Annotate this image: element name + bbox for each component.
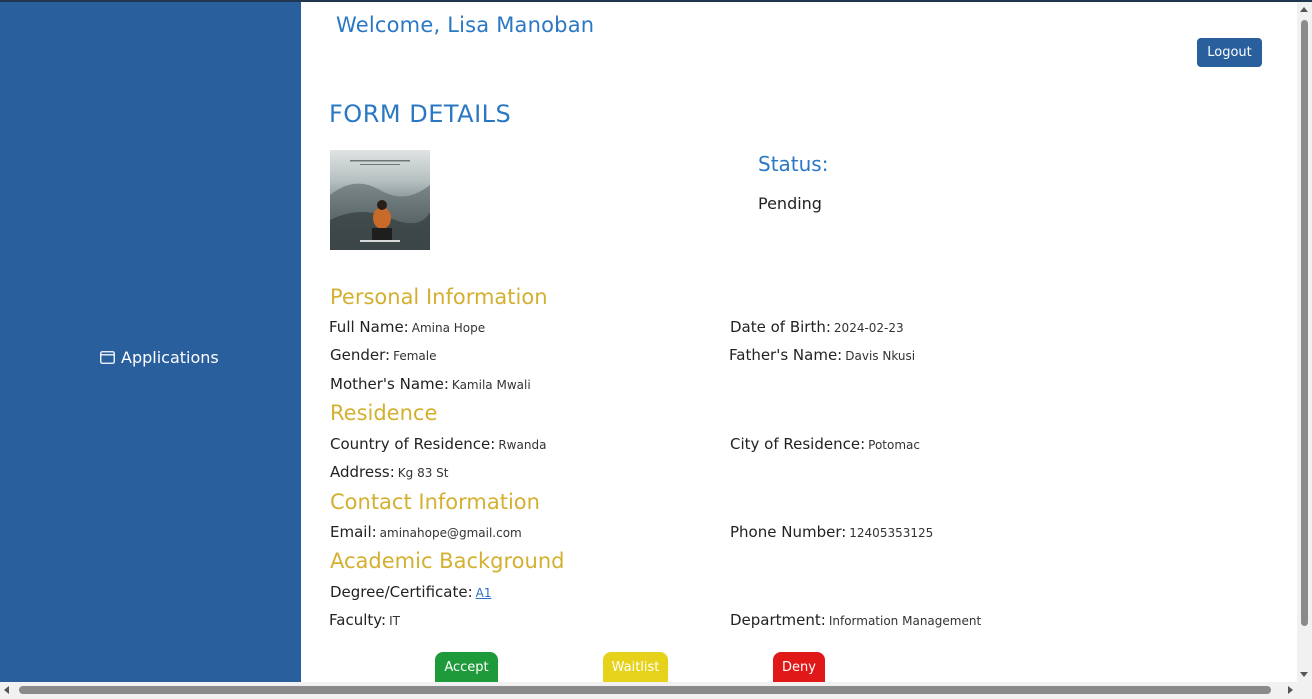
field-value: 12405353125 — [849, 526, 934, 540]
status-label: Status: — [758, 152, 829, 176]
waitlist-button[interactable]: Waitlist — [603, 652, 668, 685]
field-value: aminahope@gmail.com — [379, 526, 522, 540]
field-gender: Gender: Female — [330, 346, 436, 364]
field-label: Phone Number: — [730, 523, 847, 541]
sidebar: Applications — [0, 2, 301, 682]
field-value: Kg 83 St — [397, 466, 449, 480]
field-fathers-name: Father's Name: Davis Nkusi — [729, 346, 915, 364]
sidebar-item-label: Applications — [121, 348, 219, 367]
field-city-of-residence: City of Residence: Potomac — [730, 435, 920, 453]
field-degree-certificate: Degree/Certificate: A1 — [330, 583, 491, 601]
section-personal-information: Personal Information — [330, 285, 548, 309]
scroll-left-arrow-icon[interactable] — [4, 686, 9, 694]
deny-button[interactable]: Deny — [773, 652, 825, 685]
horizontal-scroll-thumb[interactable] — [19, 686, 1271, 694]
field-department: Department: Information Management — [730, 611, 981, 629]
field-value: Davis Nkusi — [845, 349, 916, 363]
welcome-heading: Welcome, Lisa Manoban — [336, 13, 595, 37]
field-full-name: Full Name: Amina Hope — [329, 318, 485, 336]
field-email: Email: aminahope@gmail.com — [330, 523, 522, 541]
field-label: City of Residence: — [730, 435, 866, 453]
field-value: Female — [393, 349, 437, 363]
field-address: Address: Kg 83 St — [330, 463, 449, 481]
vertical-scrollbar[interactable] — [1297, 2, 1312, 682]
field-value: 2024-02-23 — [833, 321, 904, 335]
main-content: Welcome, Lisa Manoban Logout FORM DETAIL… — [301, 2, 1297, 685]
field-label: Country of Residence: — [330, 435, 496, 453]
field-value: Amina Hope — [411, 321, 486, 335]
field-label: Gender: — [330, 346, 391, 364]
field-label: Mother's Name: — [330, 375, 449, 393]
vertical-scroll-thumb[interactable] — [1301, 20, 1308, 626]
scroll-right-arrow-icon[interactable] — [1288, 686, 1293, 694]
accept-button[interactable]: Accept — [435, 652, 498, 685]
field-value: Potomac — [868, 438, 920, 452]
field-date-of-birth: Date of Birth: 2024-02-23 — [730, 318, 904, 336]
field-label: Father's Name: — [729, 346, 843, 364]
section-residence: Residence — [330, 401, 438, 425]
scroll-up-arrow-icon[interactable] — [1300, 7, 1308, 12]
scroll-down-arrow-icon[interactable] — [1300, 672, 1308, 677]
field-label: Date of Birth: — [730, 318, 831, 336]
field-label: Department: — [730, 611, 826, 629]
sidebar-item-applications[interactable]: Applications — [100, 348, 219, 367]
field-label: Address: — [330, 463, 395, 481]
field-value: Kamila Mwali — [451, 378, 531, 392]
field-value: Information Management — [828, 614, 982, 628]
field-label: Faculty: — [329, 611, 387, 629]
logout-button[interactable]: Logout — [1197, 38, 1262, 67]
page-title: FORM DETAILS — [329, 100, 512, 128]
field-label: Degree/Certificate: — [330, 583, 473, 601]
horizontal-scrollbar[interactable] — [0, 682, 1312, 699]
field-label: Full Name: — [329, 318, 409, 336]
field-value: IT — [389, 614, 400, 628]
window-icon — [100, 351, 115, 364]
status-value: Pending — [758, 194, 822, 213]
section-academic-background: Academic Background — [330, 549, 565, 573]
field-faculty: Faculty: IT — [329, 611, 400, 629]
field-country-of-residence: Country of Residence: Rwanda — [330, 435, 546, 453]
field-label: Email: — [330, 523, 377, 541]
field-phone-number: Phone Number: 12405353125 — [730, 523, 933, 541]
field-mothers-name: Mother's Name: Kamila Mwali — [330, 375, 531, 393]
section-contact-information: Contact Information — [330, 490, 540, 514]
field-value: Rwanda — [498, 438, 547, 452]
applicant-photo — [330, 150, 430, 250]
degree-certificate-link[interactable]: A1 — [476, 586, 492, 600]
